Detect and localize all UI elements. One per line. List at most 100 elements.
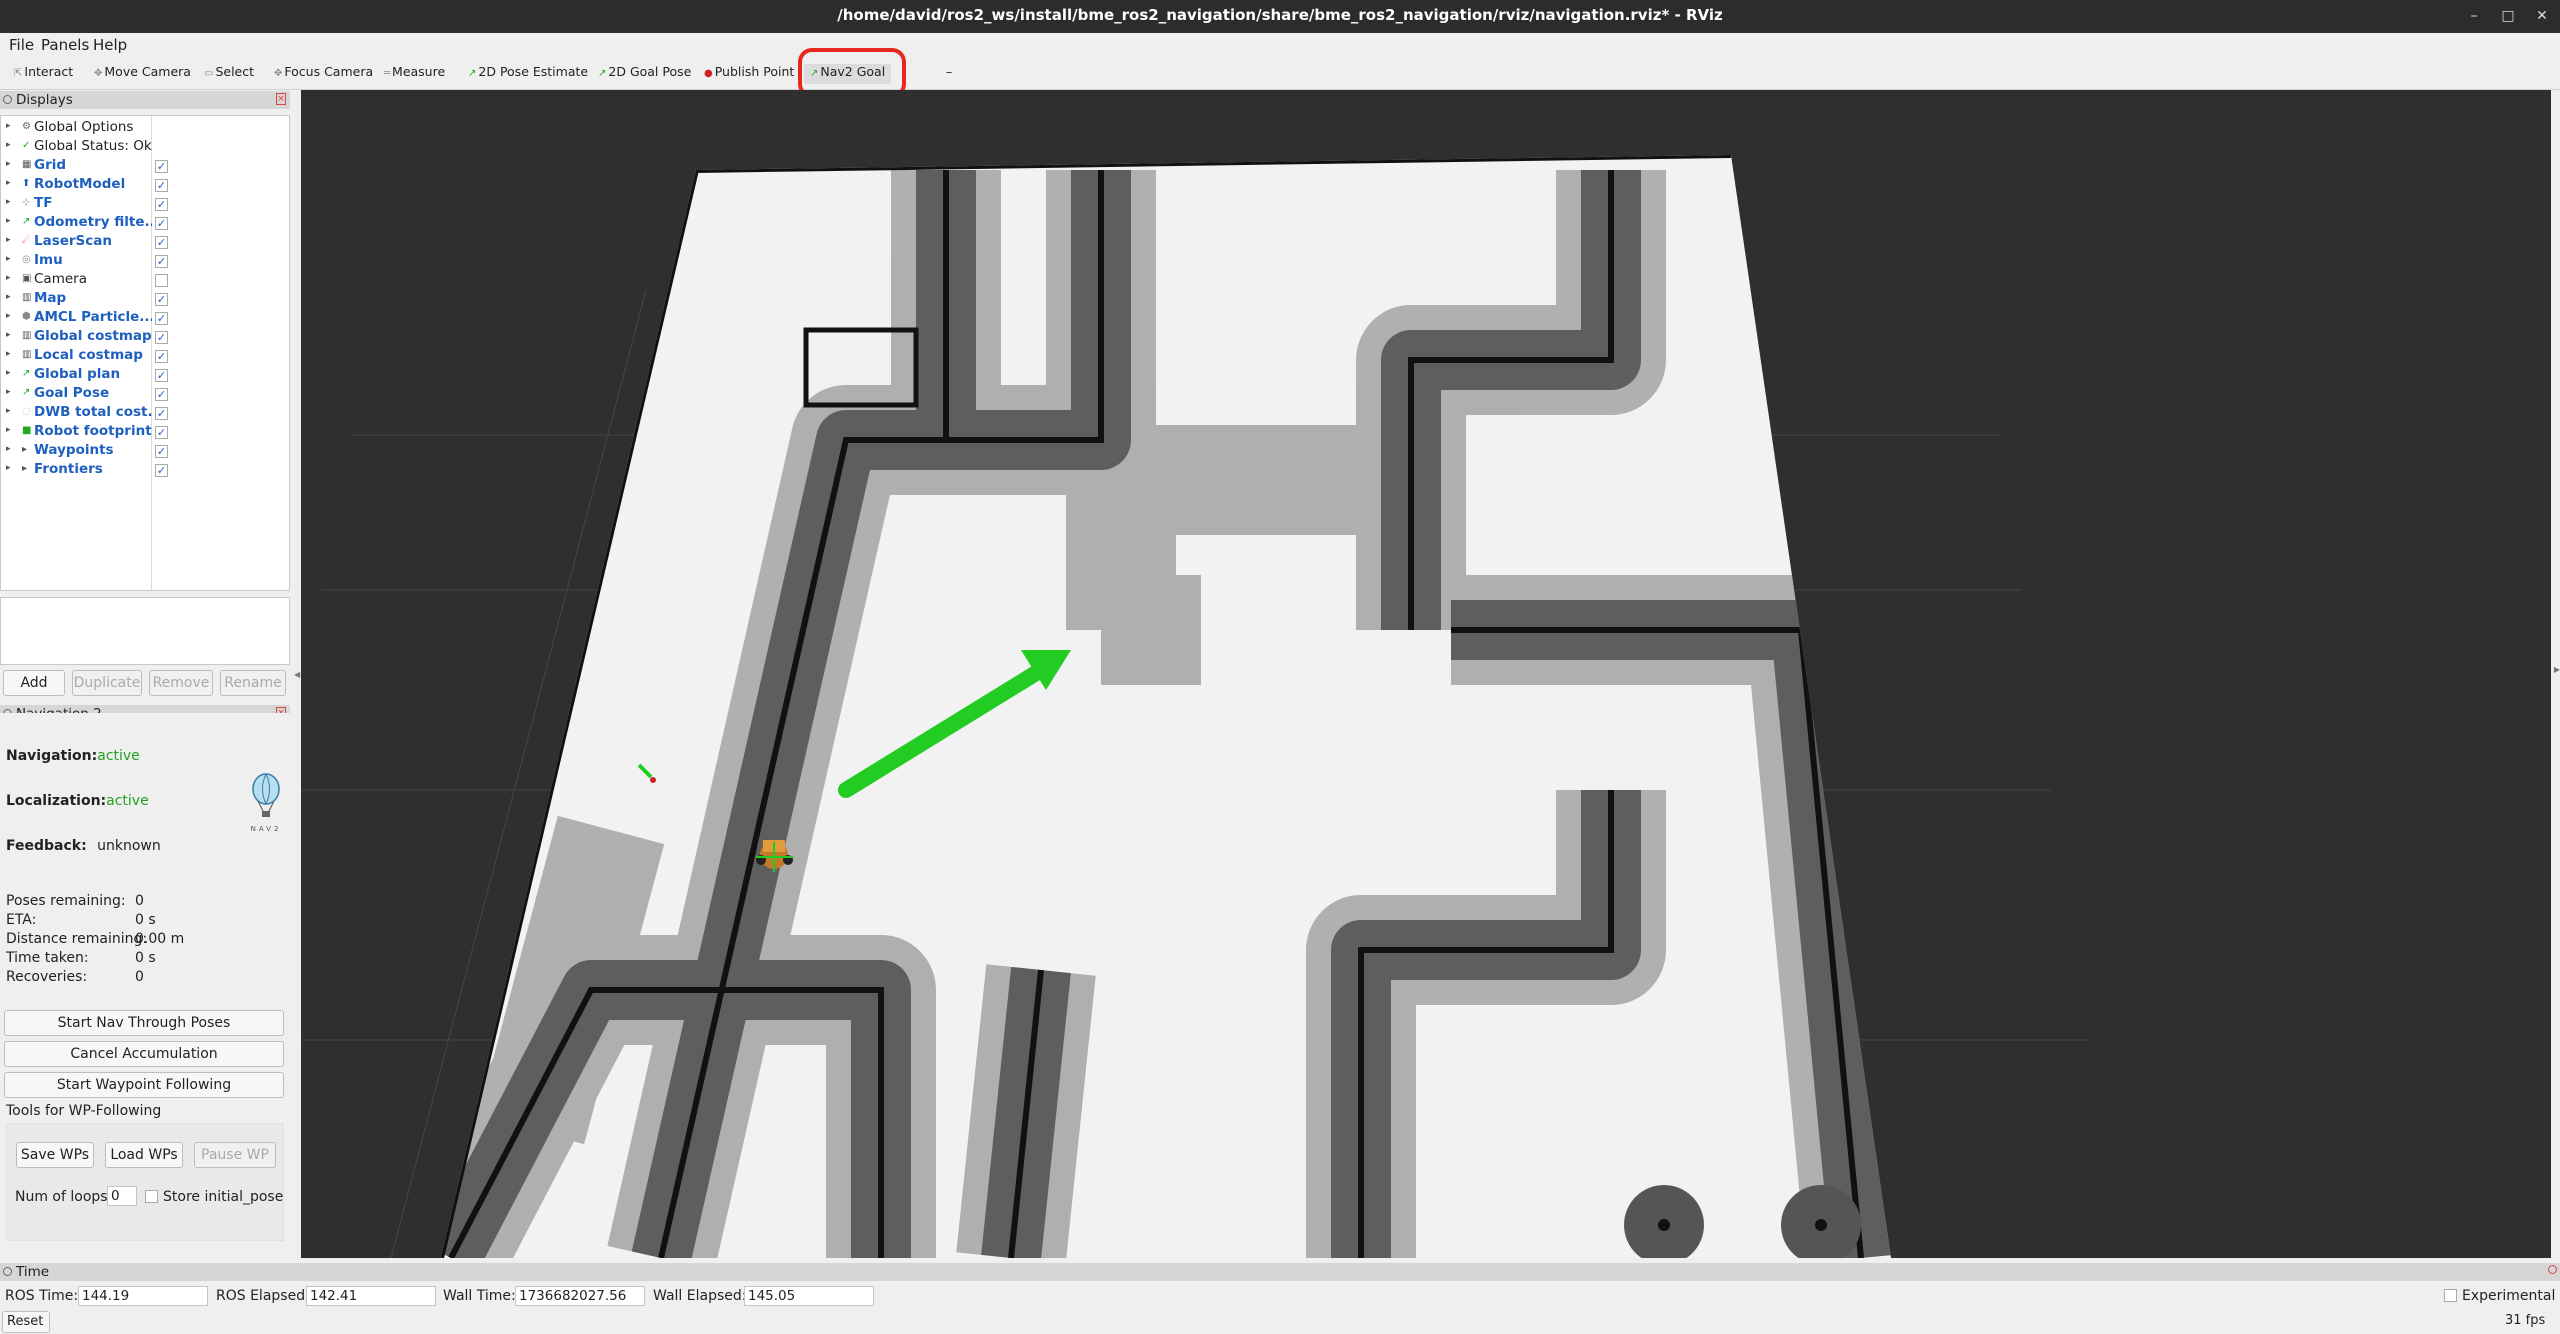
start-nav-through-poses-button[interactable]: Start Nav Through Poses	[4, 1010, 284, 1036]
display-item[interactable]: ▸ ▥ Map ✓	[1, 290, 289, 309]
tool-bar: ⇱ Interact ✥ Move Camera ▭ Select ✥ Focus Ca…	[0, 57, 2560, 90]
close-icon[interactable]: ✕	[2530, 4, 2554, 28]
num-loops-input[interactable]: 0	[107, 1186, 137, 1206]
expand-arrow-icon[interactable]: ▸	[6, 444, 11, 454]
display-item[interactable]: ▸ ▣ Camera	[1, 271, 289, 290]
display-item[interactable]: ▸ ▥ Global costmap ✓	[1, 328, 289, 347]
display-item[interactable]: ▸ ↗ Odometry filte... ✓	[1, 214, 289, 233]
tool-move-camera[interactable]: ✥ Move Camera	[90, 64, 191, 84]
store-initial-pose-checkbox[interactable]	[145, 1190, 158, 1203]
tool-label: 2D Pose Estimate	[478, 64, 589, 79]
display-item[interactable]: ▸ ↗ Goal Pose ✓	[1, 385, 289, 404]
display-item[interactable]: ▸ ▦ Grid ✓	[1, 157, 289, 176]
display-enable-checkbox[interactable]: ✓	[155, 407, 168, 420]
display-item[interactable]: ▸ ◎ Imu ✓	[1, 252, 289, 271]
expand-arrow-icon[interactable]: ▸	[6, 254, 11, 264]
expand-arrow-icon[interactable]: ▸	[6, 387, 11, 397]
reset-button[interactable]: Reset	[2, 1311, 50, 1333]
displays-tree: ▸ ⚙ Global Options ▸ ✓ Global Status: Ok ▸ ▦ Gri…	[0, 115, 290, 591]
display-item-name: Global plan	[34, 366, 121, 382]
expand-arrow-icon[interactable]: ▸	[6, 235, 11, 245]
expand-arrow-icon[interactable]: ▸	[6, 159, 11, 169]
ros-elapsed-field[interactable]: 142.41	[306, 1286, 436, 1306]
display-enable-checkbox[interactable]: ✓	[155, 236, 168, 249]
menu-file[interactable]: File	[9, 36, 34, 54]
display-item[interactable]: ▸ ▸ Waypoints ✓	[1, 442, 289, 461]
display-enable-checkbox[interactable]: ✓	[155, 464, 168, 477]
panel-close-icon[interactable]: ×	[276, 93, 286, 105]
load-wps-button[interactable]: Load WPs	[105, 1142, 183, 1168]
display-item[interactable]: ▸ ■ Robot footprint ✓	[1, 423, 289, 442]
wall-elapsed-field[interactable]: 145.05	[744, 1286, 874, 1306]
expand-arrow-icon[interactable]: ▸	[6, 292, 11, 302]
maximize-icon[interactable]: □	[2496, 4, 2520, 28]
minimize-icon[interactable]: –	[2462, 4, 2486, 28]
display-item[interactable]: ▸ ▥ Local costmap ✓	[1, 347, 289, 366]
expand-arrow-icon[interactable]: ▸	[6, 406, 11, 416]
display-item[interactable]: ▸ ✓ Global Status: Ok	[1, 138, 289, 157]
display-item[interactable]: ▸ ◌ DWB total cost... ✓	[1, 404, 289, 423]
tool-focus-camera[interactable]: ✥ Focus Camera	[270, 64, 373, 84]
tool-2d-goal-pose[interactable]: ↗ 2D Goal Pose	[594, 64, 691, 84]
expand-arrow-icon[interactable]: ▸	[6, 121, 11, 131]
display-enable-checkbox[interactable]: ✓	[155, 255, 168, 268]
display-enable-checkbox[interactable]: ✓	[155, 350, 168, 363]
tool-publish-point[interactable]: ● Publish Point	[700, 64, 794, 84]
display-item[interactable]: ▸ ⊹ TF ✓	[1, 195, 289, 214]
save-wps-button[interactable]: Save WPs	[16, 1142, 94, 1168]
display-item[interactable]: ▸ ↗ Global plan ✓	[1, 366, 289, 385]
tool-measure[interactable]: ═ Measure	[380, 64, 445, 84]
splitter-handle-icon[interactable]: ◀	[294, 670, 300, 679]
display-enable-checkbox[interactable]	[155, 274, 168, 287]
expand-arrow-icon[interactable]: ▸	[6, 197, 11, 207]
expand-arrow-icon[interactable]: ▸	[6, 349, 11, 359]
expand-arrow-icon[interactable]: ▸	[6, 178, 11, 188]
expand-arrow-icon[interactable]: ▸	[6, 216, 11, 226]
expand-arrow-icon[interactable]: ▸	[6, 311, 11, 321]
tool-2d-pose-estimate[interactable]: ↗ 2D Pose Estimate	[464, 64, 588, 84]
remove-display-button[interactable]: Remove	[149, 670, 213, 696]
display-enable-checkbox[interactable]: ✓	[155, 179, 168, 192]
display-enable-checkbox[interactable]: ✓	[155, 445, 168, 458]
expand-arrow-icon[interactable]: ▸	[6, 273, 11, 283]
display-enable-checkbox[interactable]: ✓	[155, 312, 168, 325]
display-item[interactable]: ▸ ⚙ Global Options	[1, 119, 289, 138]
render-viewport[interactable]	[301, 90, 2551, 1258]
display-enable-checkbox[interactable]: ✓	[155, 293, 168, 306]
expand-arrow-icon[interactable]: ▸	[6, 368, 11, 378]
expand-arrow-icon[interactable]: ▸	[6, 140, 11, 150]
display-item[interactable]: ▸ ☄ LaserScan ✓	[1, 233, 289, 252]
toolbar-more-button[interactable]: –	[942, 64, 952, 84]
duplicate-display-button[interactable]: Duplicate	[72, 670, 142, 696]
expand-arrow-icon[interactable]: ▸	[6, 330, 11, 340]
display-enable-checkbox[interactable]: ✓	[155, 198, 168, 211]
display-enable-checkbox[interactable]: ✓	[155, 217, 168, 230]
panel-close-icon[interactable]	[2548, 1265, 2557, 1274]
display-item[interactable]: ▸ ⬢ AMCL Particle... ✓	[1, 309, 289, 328]
display-item[interactable]: ▸ ▸ Frontiers ✓	[1, 461, 289, 480]
menu-panels[interactable]: Panels	[41, 36, 89, 54]
right-splitter-icon[interactable]: ▶	[2554, 665, 2560, 674]
panel-collapse-icon[interactable]	[3, 95, 12, 104]
expand-arrow-icon[interactable]: ▸	[6, 425, 11, 435]
add-display-button[interactable]: Add	[3, 670, 65, 696]
expand-arrow-icon[interactable]: ▸	[6, 463, 11, 473]
tool-interact[interactable]: ⇱ Interact	[10, 64, 73, 84]
display-enable-checkbox[interactable]: ✓	[155, 369, 168, 382]
pause-wp-button[interactable]: Pause WP	[194, 1142, 276, 1168]
display-item[interactable]: ▸ ⬆ RobotModel ✓	[1, 176, 289, 195]
ros-time-field[interactable]: 144.19	[78, 1286, 208, 1306]
menu-help[interactable]: Help	[93, 36, 127, 54]
display-enable-checkbox[interactable]: ✓	[155, 388, 168, 401]
start-waypoint-following-button[interactable]: Start Waypoint Following	[4, 1072, 284, 1098]
cancel-accumulation-button[interactable]: Cancel Accumulation	[4, 1041, 284, 1067]
display-enable-checkbox[interactable]: ✓	[155, 331, 168, 344]
display-enable-checkbox[interactable]: ✓	[155, 160, 168, 173]
rename-display-button[interactable]: Rename	[220, 670, 286, 696]
tool-select[interactable]: ▭ Select	[200, 64, 254, 84]
display-description	[0, 597, 290, 665]
wall-time-field[interactable]: 1736682027.56	[515, 1286, 645, 1306]
panel-collapse-icon[interactable]	[3, 1267, 12, 1276]
display-enable-checkbox[interactable]: ✓	[155, 426, 168, 439]
experimental-checkbox[interactable]	[2444, 1289, 2457, 1302]
